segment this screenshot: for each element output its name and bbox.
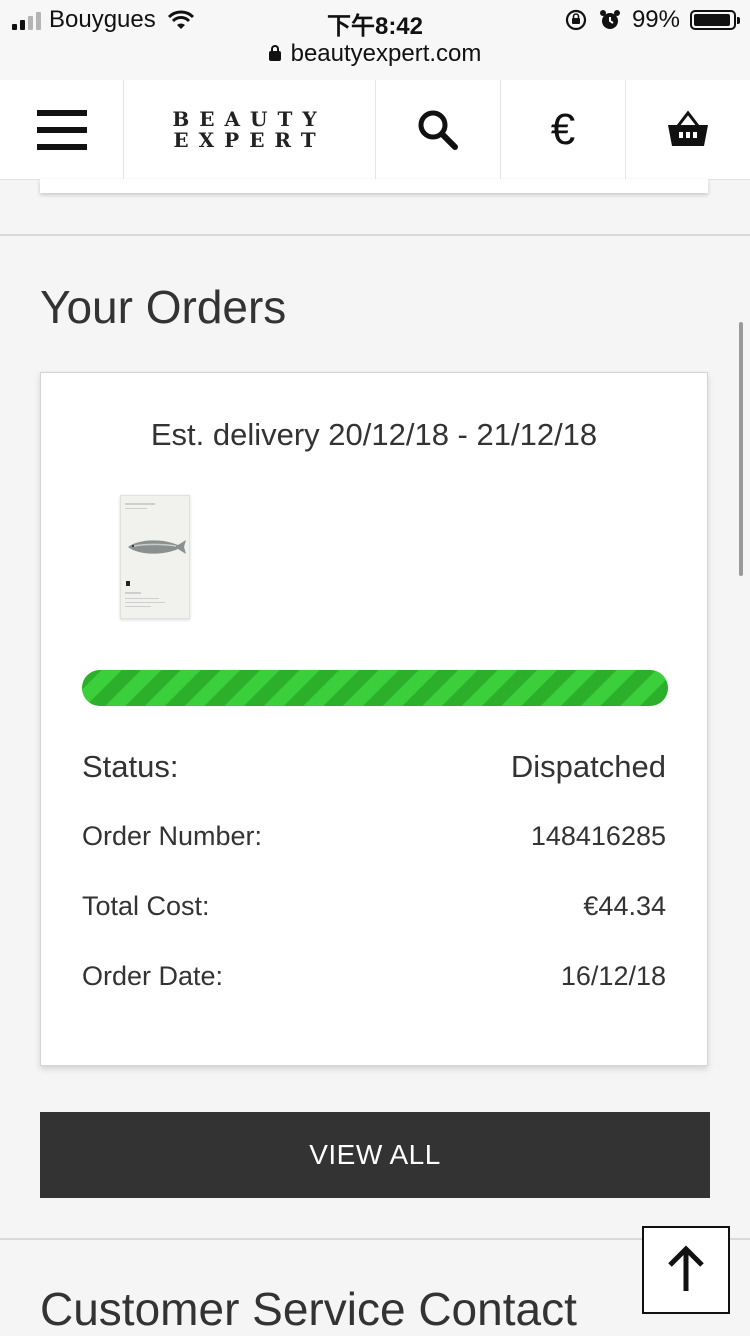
view-all-button[interactable]: VIEW ALL — [40, 1112, 710, 1198]
status-label: Status: — [82, 749, 179, 784]
customer-service-title: Customer Service Contact — [40, 1283, 577, 1335]
search-icon — [418, 110, 458, 150]
section-divider — [0, 234, 750, 236]
menu-button[interactable] — [0, 80, 124, 179]
status-bar: Bouygues 下午8:42 99% beautyexpert.com — [0, 0, 750, 81]
basket-icon — [668, 110, 708, 146]
order-number-row: Order Number: 148416285 — [82, 821, 666, 852]
fish-illustration — [128, 540, 186, 554]
order-date-value: 16/12/18 — [560, 961, 666, 991]
status-row: Status: Dispatched — [82, 749, 666, 785]
address-bar[interactable]: beautyexpert.com — [0, 40, 750, 68]
status-value: Dispatched — [510, 749, 666, 784]
logo[interactable]: BEAUTY EXPERT — [124, 80, 376, 179]
scrollbar[interactable] — [739, 322, 743, 576]
url-text: beautyexpert.com — [290, 40, 482, 67]
status-right: 99% — [564, 6, 740, 34]
euro-icon: € — [550, 104, 576, 154]
logo-line-1: BEAUTY — [172, 106, 327, 131]
order-date-row: Order Date: 16/12/18 — [82, 961, 666, 992]
back-to-top-button[interactable] — [642, 1226, 730, 1314]
estimated-delivery: Est. delivery 20/12/18 - 21/12/18 — [150, 417, 598, 452]
logo-line-2: EXPERT — [173, 127, 326, 152]
order-date-label: Order Date: — [82, 961, 224, 991]
previous-card — [40, 179, 708, 193]
menu-icon — [36, 109, 87, 150]
section-divider — [0, 1238, 750, 1240]
arrow-up-icon — [668, 1245, 704, 1291]
search-button[interactable] — [376, 80, 501, 179]
progress-fill — [82, 670, 668, 706]
total-cost-label: Total Cost: — [82, 891, 210, 921]
rotation-lock-icon — [565, 9, 587, 31]
basket-button[interactable] — [626, 80, 750, 179]
orders-title: Your Orders — [40, 281, 287, 333]
delivery-progress-bar — [82, 670, 668, 706]
alarm-icon — [599, 10, 620, 29]
lock-icon — [268, 45, 281, 61]
total-cost-value: €44.34 — [583, 891, 666, 921]
site-header: BEAUTY EXPERT € — [0, 80, 750, 180]
order-number-label: Order Number: — [82, 821, 263, 851]
currency-button[interactable]: € — [501, 80, 626, 179]
battery-icon — [690, 10, 740, 30]
battery-percent: 99% — [631, 6, 680, 33]
product-image[interactable] — [120, 495, 190, 619]
order-card[interactable]: Est. delivery 20/12/18 - 21/12/18 Status… — [40, 372, 708, 1066]
total-cost-row: Total Cost: €44.34 — [82, 891, 666, 922]
order-number-value: 148416285 — [530, 821, 666, 851]
